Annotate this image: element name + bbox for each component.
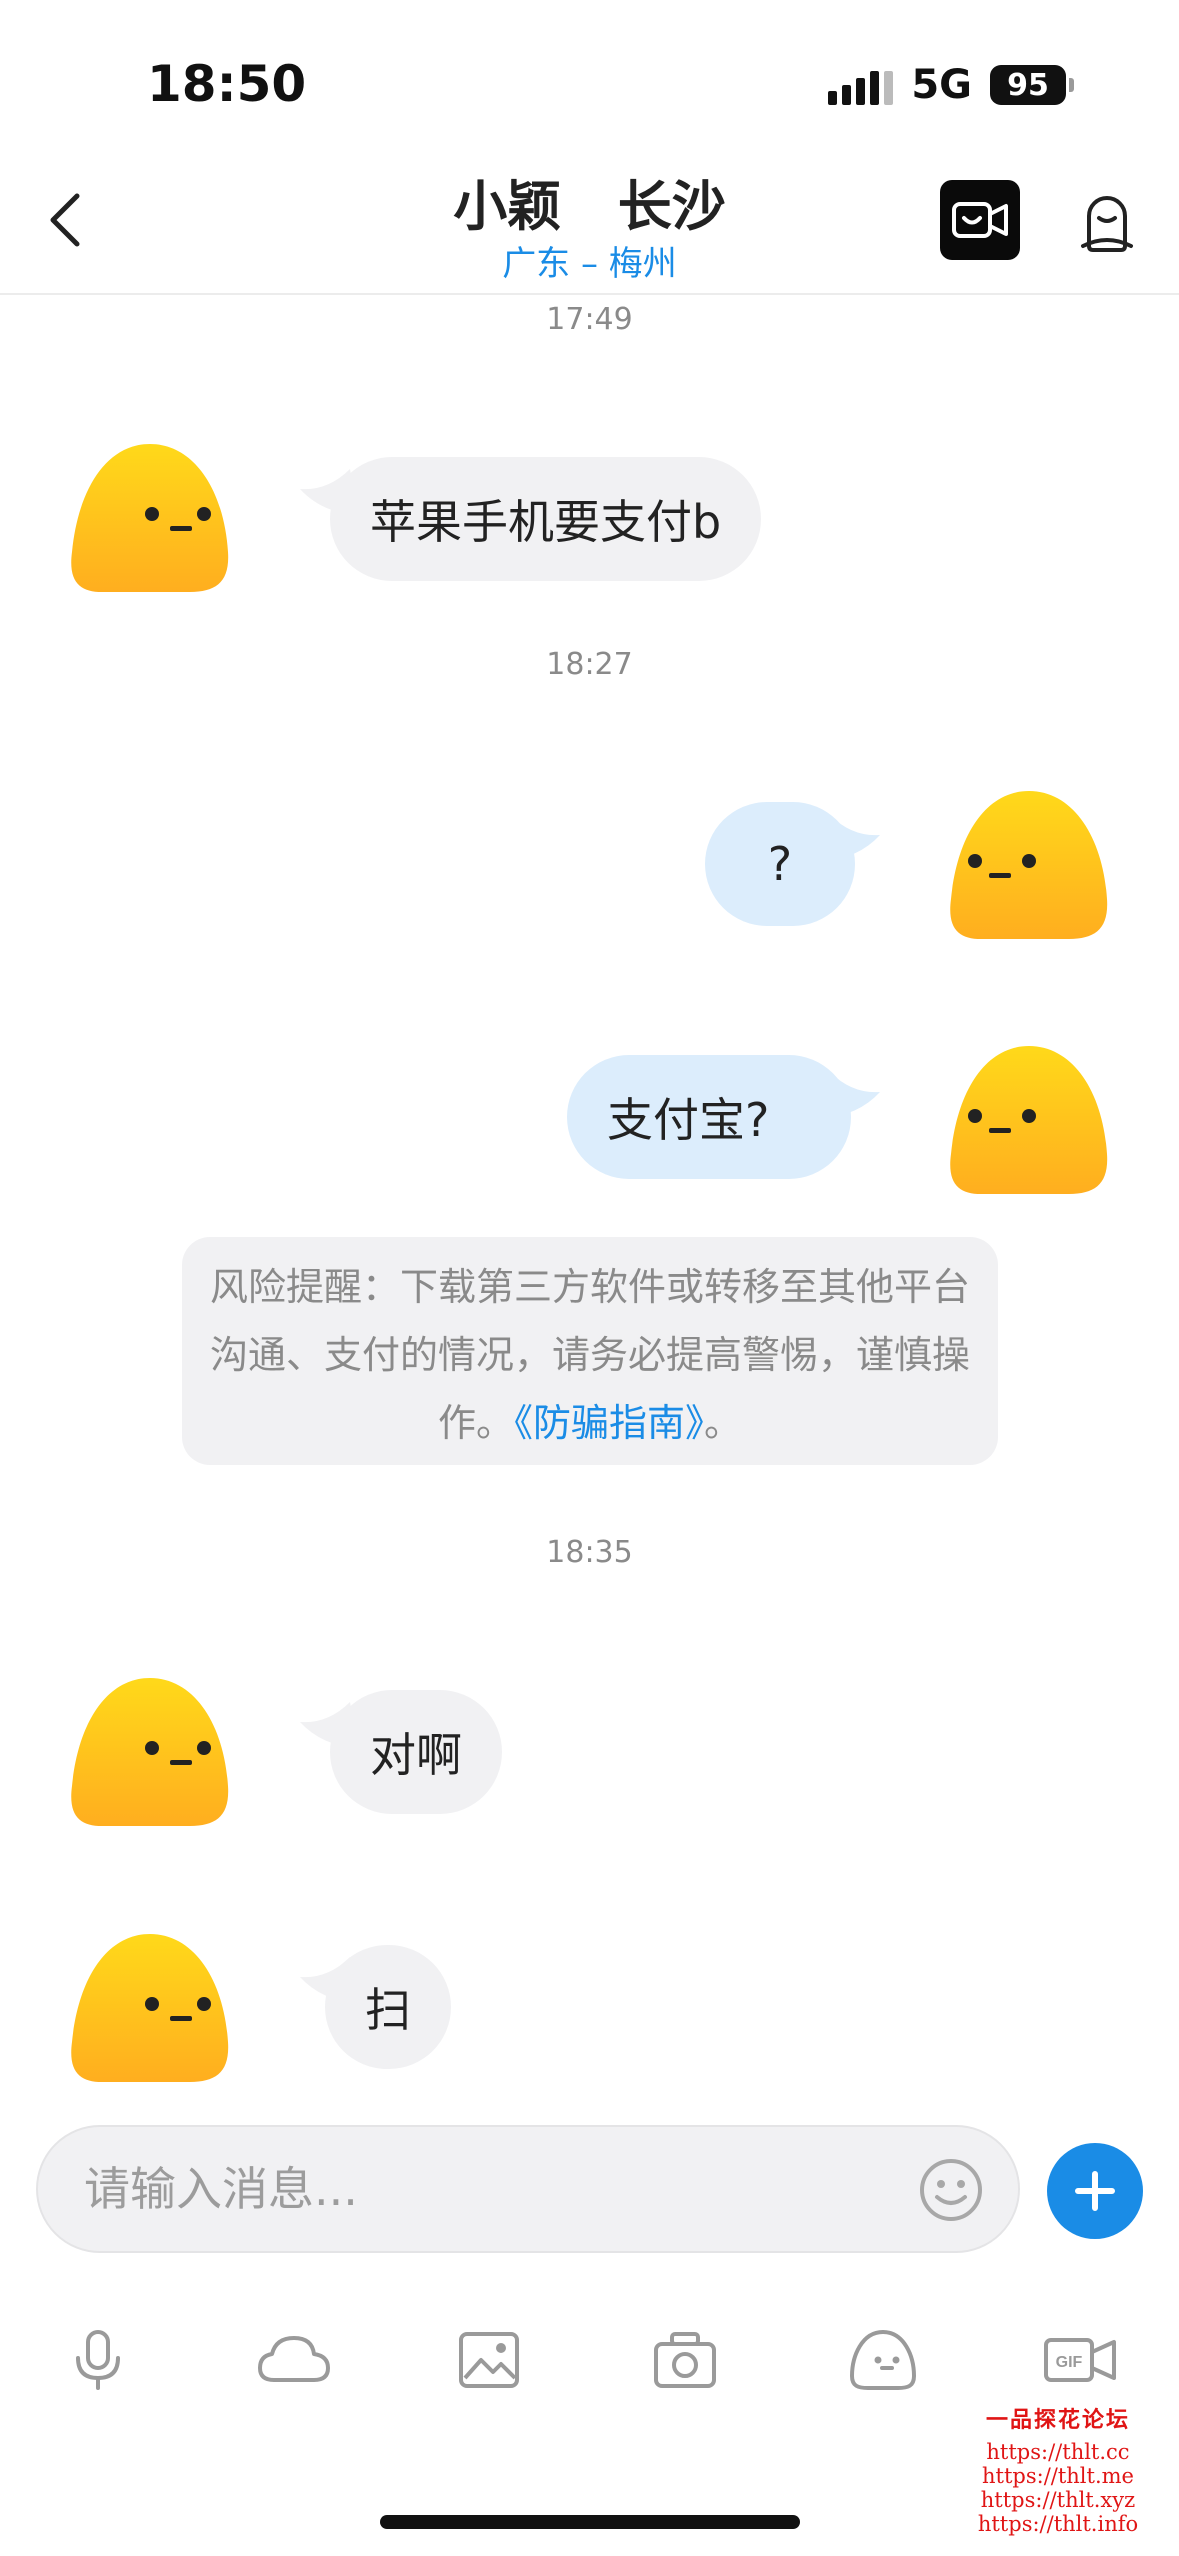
voice-button[interactable] bbox=[58, 2320, 138, 2400]
gif-icon: GIF bbox=[1044, 2338, 1116, 2382]
watermark-title: 一品探花论坛 bbox=[985, 2407, 1130, 2433]
composer bbox=[0, 2125, 1179, 2255]
emoji-icon[interactable] bbox=[918, 2157, 984, 2223]
profile-button[interactable] bbox=[1070, 180, 1144, 260]
timestamp: 18:35 bbox=[546, 1535, 633, 1570]
watermark-url: https://thlt.info bbox=[977, 2512, 1139, 2536]
input-toolbar: GIF bbox=[0, 2320, 1179, 2400]
contact-avatar[interactable] bbox=[66, 1930, 234, 2086]
signal-icon bbox=[828, 65, 894, 105]
voice-icon bbox=[76, 2330, 120, 2390]
sticker-button[interactable] bbox=[843, 2320, 923, 2400]
anti-fraud-guide-link[interactable]: 《防骗指南》 bbox=[514, 1401, 704, 1445]
message-bubble-incoming[interactable]: 苹果手机要支付b bbox=[330, 457, 762, 581]
image-icon bbox=[459, 2332, 519, 2388]
video-call-icon bbox=[952, 202, 1008, 238]
plus-icon bbox=[1075, 2171, 1115, 2211]
camera-button[interactable] bbox=[645, 2320, 725, 2400]
sticker-icon bbox=[849, 2329, 917, 2390]
watermark-url: https://thlt.xyz bbox=[980, 2488, 1136, 2512]
bubble-tail bbox=[822, 1072, 880, 1118]
message-input[interactable] bbox=[84, 2127, 904, 2251]
cloud-icon bbox=[258, 2336, 330, 2382]
chat-header: 小颖 长沙 广东 – 梅州 bbox=[0, 150, 1179, 295]
message-bubble-incoming[interactable]: 对啊 bbox=[330, 1690, 502, 1814]
timestamp: 17:49 bbox=[546, 302, 633, 337]
message-bubble-outgoing[interactable]: 支付宝? bbox=[567, 1055, 851, 1179]
message-input-container[interactable] bbox=[36, 2125, 1020, 2253]
contact-avatar[interactable] bbox=[66, 440, 234, 596]
image-button[interactable] bbox=[449, 2320, 529, 2400]
watermark-url: https://thlt.cc bbox=[986, 2440, 1130, 2464]
home-indicator[interactable] bbox=[380, 2515, 800, 2529]
cloud-button[interactable] bbox=[254, 2320, 334, 2400]
watermark-url: https://thlt.me bbox=[982, 2464, 1134, 2488]
network-label: 5G bbox=[911, 62, 972, 108]
risk-notice: 风险提醒：下载第三方软件或转移至其他平台沟通、支付的情况，请务必提高警惕，谨慎操… bbox=[182, 1237, 998, 1465]
battery-level: 95 bbox=[990, 65, 1066, 105]
status-indicators: 5G 95 bbox=[828, 62, 1074, 108]
contact-avatar[interactable] bbox=[66, 1674, 234, 1830]
camera-icon bbox=[654, 2332, 716, 2388]
notice-end: 。 bbox=[704, 1401, 743, 1445]
battery-icon: 95 bbox=[990, 65, 1074, 105]
status-time: 18:50 bbox=[147, 55, 307, 113]
message-bubble-incoming[interactable]: 扫 bbox=[325, 1945, 451, 2069]
profile-icon bbox=[1081, 196, 1133, 252]
my-avatar[interactable] bbox=[945, 1042, 1113, 1198]
more-actions-button[interactable] bbox=[1047, 2143, 1143, 2239]
message-list[interactable]: 17:49 苹果手机要支付b 18:27 ? 支付宝? 风险提醒：下载第三方软件… bbox=[0, 297, 1179, 2105]
gif-button[interactable]: GIF bbox=[1040, 2320, 1120, 2400]
svg-text:GIF: GIF bbox=[1056, 2354, 1083, 2371]
my-avatar[interactable] bbox=[945, 787, 1113, 943]
bubble-tail bbox=[822, 815, 880, 861]
watermark: 一品探花论坛 https://thlt.cc https://thlt.me h… bbox=[958, 2402, 1158, 2536]
video-call-button[interactable] bbox=[940, 180, 1020, 260]
timestamp: 18:27 bbox=[546, 647, 633, 682]
